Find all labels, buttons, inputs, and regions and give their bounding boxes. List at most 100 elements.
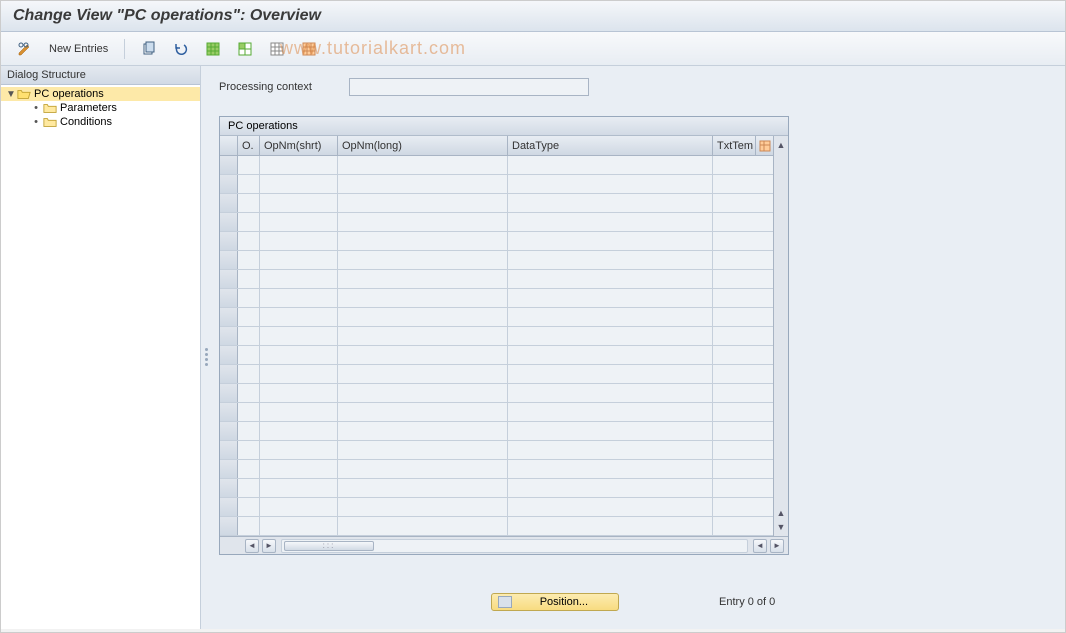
page-title: Change View "PC operations": Overview [13, 7, 321, 24]
column-header-opnm-long[interactable]: OpNm(long) [338, 136, 508, 155]
entry-count-text: Entry 0 of 0 [719, 596, 775, 608]
table-row[interactable] [220, 175, 773, 194]
row-selector[interactable] [220, 498, 238, 516]
row-selector[interactable] [220, 232, 238, 250]
table-row[interactable] [220, 156, 773, 175]
row-selector[interactable] [220, 175, 238, 193]
table-row[interactable] [220, 422, 773, 441]
row-selector[interactable] [220, 346, 238, 364]
undo-icon [173, 41, 189, 57]
table-row[interactable] [220, 441, 773, 460]
toolbar-separator [124, 39, 125, 59]
tree-node-conditions[interactable]: • Conditions [1, 115, 200, 129]
row-selector[interactable] [220, 308, 238, 326]
undo-button[interactable] [167, 38, 195, 60]
table-title: PC operations [220, 117, 788, 136]
row-selector[interactable] [220, 365, 238, 383]
main-area: Dialog Structure ▼ PC operations • Param… [1, 66, 1065, 629]
table-row[interactable] [220, 289, 773, 308]
splitter-handle[interactable] [205, 348, 208, 376]
row-selector[interactable] [220, 422, 238, 440]
table-row[interactable] [220, 517, 773, 536]
row-selector[interactable] [220, 194, 238, 212]
tree-node-parameters[interactable]: • Parameters [1, 101, 200, 115]
table-row[interactable] [220, 403, 773, 422]
copy-icon [141, 41, 157, 57]
table-row[interactable] [220, 384, 773, 403]
table-row[interactable] [220, 232, 773, 251]
bullet-icon: • [29, 116, 43, 128]
scroll-thumb[interactable]: ::: [284, 541, 374, 551]
column-header-txttem[interactable]: TxtTem [713, 136, 755, 155]
position-label: Position... [540, 596, 588, 608]
table-header-row: O. OpNm(shrt) OpNm(long) DataType TxtTem [220, 136, 773, 156]
table-row[interactable] [220, 308, 773, 327]
select-block-button[interactable] [231, 38, 259, 60]
select-all-button[interactable] [199, 38, 227, 60]
position-button[interactable]: Position... [491, 593, 619, 611]
table-settings-icon [759, 140, 771, 152]
copy-as-button[interactable] [135, 38, 163, 60]
row-selector[interactable] [220, 441, 238, 459]
title-bar: Change View "PC operations": Overview [1, 1, 1065, 32]
row-selector[interactable] [220, 327, 238, 345]
table-row[interactable] [220, 251, 773, 270]
scroll-down-arrow-icon[interactable]: ▲ [777, 506, 786, 520]
table-settings-button[interactable] [755, 136, 773, 155]
scroll-left-icon[interactable]: ◄ [245, 539, 259, 553]
toggle-display-change-button[interactable] [11, 38, 39, 60]
scroll-up-arrow-icon[interactable]: ▲ [777, 138, 786, 152]
pc-operations-table-panel: PC operations O. OpNm(shrt) OpNm(long) D… [219, 116, 789, 555]
scroll-track[interactable]: ::: [281, 539, 748, 553]
row-selector[interactable] [220, 270, 238, 288]
table-body: O. OpNm(shrt) OpNm(long) DataType TxtTem [220, 136, 773, 536]
grid-block-icon [237, 41, 253, 57]
tree-node-label: Parameters [60, 102, 117, 114]
scroll-right-icon[interactable]: ► [262, 539, 276, 553]
processing-context-field-row: Processing context [219, 78, 1047, 96]
tree-node-label: PC operations [34, 88, 104, 100]
scroll-left-end-icon[interactable]: ◄ [753, 539, 767, 553]
table-row[interactable] [220, 365, 773, 384]
row-selector[interactable] [220, 384, 238, 402]
new-entries-button[interactable]: New Entries [43, 38, 114, 60]
table-row[interactable] [220, 213, 773, 232]
grid-deselect-icon [269, 41, 285, 57]
toolbar: New Entries [1, 32, 1065, 66]
row-selector[interactable] [220, 403, 238, 421]
row-selector[interactable] [220, 213, 238, 231]
print-button[interactable] [295, 38, 323, 60]
tree-expand-icon[interactable]: ▼ [5, 89, 17, 100]
table-row[interactable] [220, 479, 773, 498]
row-selector[interactable] [220, 289, 238, 307]
deselect-all-button[interactable] [263, 38, 291, 60]
column-header-o[interactable]: O. [238, 136, 260, 155]
column-header-datatype[interactable]: DataType [508, 136, 713, 155]
row-selector[interactable] [220, 460, 238, 478]
folder-closed-icon [43, 102, 57, 114]
column-header-opnm-short[interactable]: OpNm(shrt) [260, 136, 338, 155]
row-selector[interactable] [220, 517, 238, 535]
vertical-scrollbar[interactable]: ▲ ▲ ▼ [773, 136, 788, 536]
sidebar: Dialog Structure ▼ PC operations • Param… [1, 66, 201, 629]
tree-node-pc-operations[interactable]: ▼ PC operations [1, 87, 200, 101]
table-row[interactable] [220, 270, 773, 289]
scroll-down-arrow-icon[interactable]: ▼ [777, 520, 786, 534]
scroll-right-end-icon[interactable]: ► [770, 539, 784, 553]
position-icon [498, 596, 512, 608]
table-row[interactable] [220, 327, 773, 346]
table-row[interactable] [220, 346, 773, 365]
horizontal-scrollbar[interactable]: ◄ ► ::: ◄ ► [220, 536, 788, 554]
table-row[interactable] [220, 460, 773, 479]
row-selector[interactable] [220, 251, 238, 269]
table-row[interactable] [220, 194, 773, 213]
new-entries-label: New Entries [49, 43, 108, 55]
table-rows [220, 156, 773, 536]
row-selector[interactable] [220, 156, 238, 174]
table-row[interactable] [220, 498, 773, 517]
sidebar-header: Dialog Structure [1, 66, 200, 85]
row-selector[interactable] [220, 479, 238, 497]
processing-context-input[interactable] [349, 78, 589, 96]
row-selector-header[interactable] [220, 136, 238, 155]
processing-context-label: Processing context [219, 81, 349, 93]
